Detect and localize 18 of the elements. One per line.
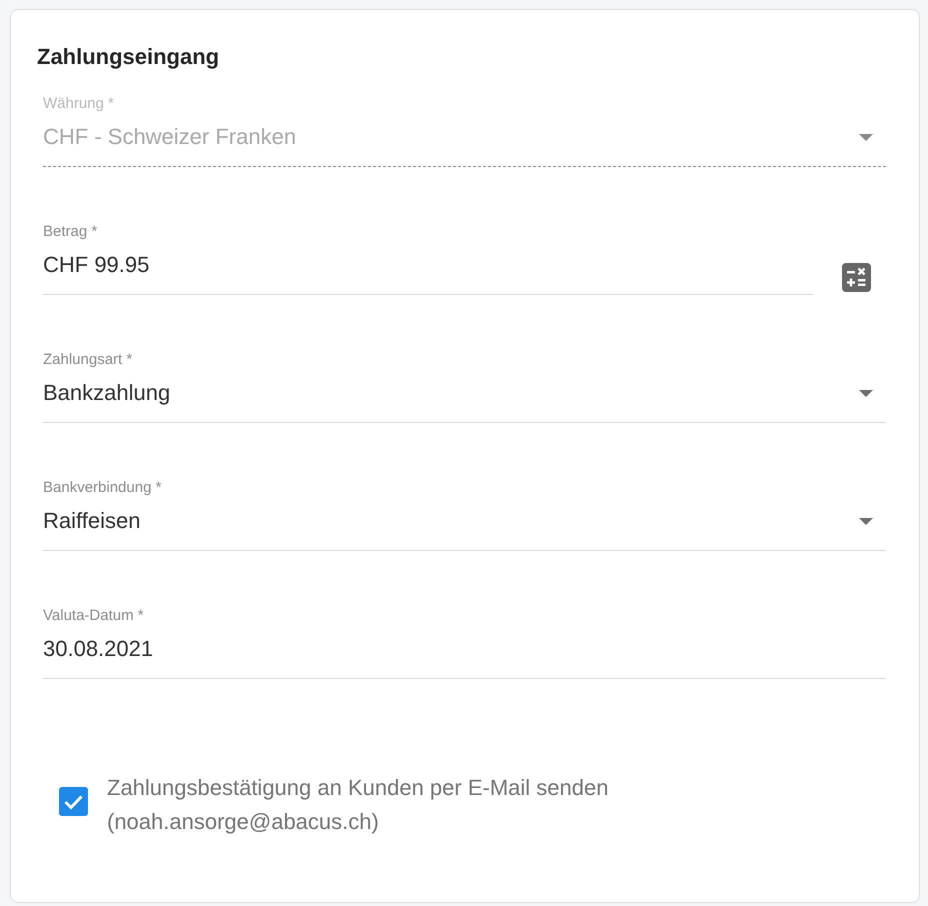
calculator-icon[interactable] (842, 263, 871, 292)
caret-icon (859, 134, 873, 140)
email-text: (noah.ansorge@abacus.ch) (107, 808, 379, 836)
dropdown-field: CHF - Schweizer Franken (43, 113, 886, 167)
field-label: Zahlungsart * (43, 351, 132, 369)
dropdown-field[interactable]: Bankzahlung (43, 369, 886, 423)
dropdown-field[interactable]: Raiffeisen (43, 497, 886, 551)
field-label: Betrag * (43, 223, 98, 241)
field-label: Währung * (43, 95, 114, 113)
amount-field[interactable]: CHF 99.95 (43, 241, 813, 295)
form-title: Zahlungseingang (37, 44, 220, 70)
date-field[interactable]: 30.08.2021 (43, 625, 886, 679)
field-label: Valuta-Datum * (43, 607, 144, 625)
caret-icon (859, 518, 873, 524)
checkbox[interactable] (59, 787, 88, 816)
caret-icon (859, 390, 873, 396)
checkbox-label[interactable]: Zahlungsbestätigung an Kunden per E-Mail senden (107, 771, 608, 805)
field-label: Bankverbindung * (43, 479, 162, 497)
